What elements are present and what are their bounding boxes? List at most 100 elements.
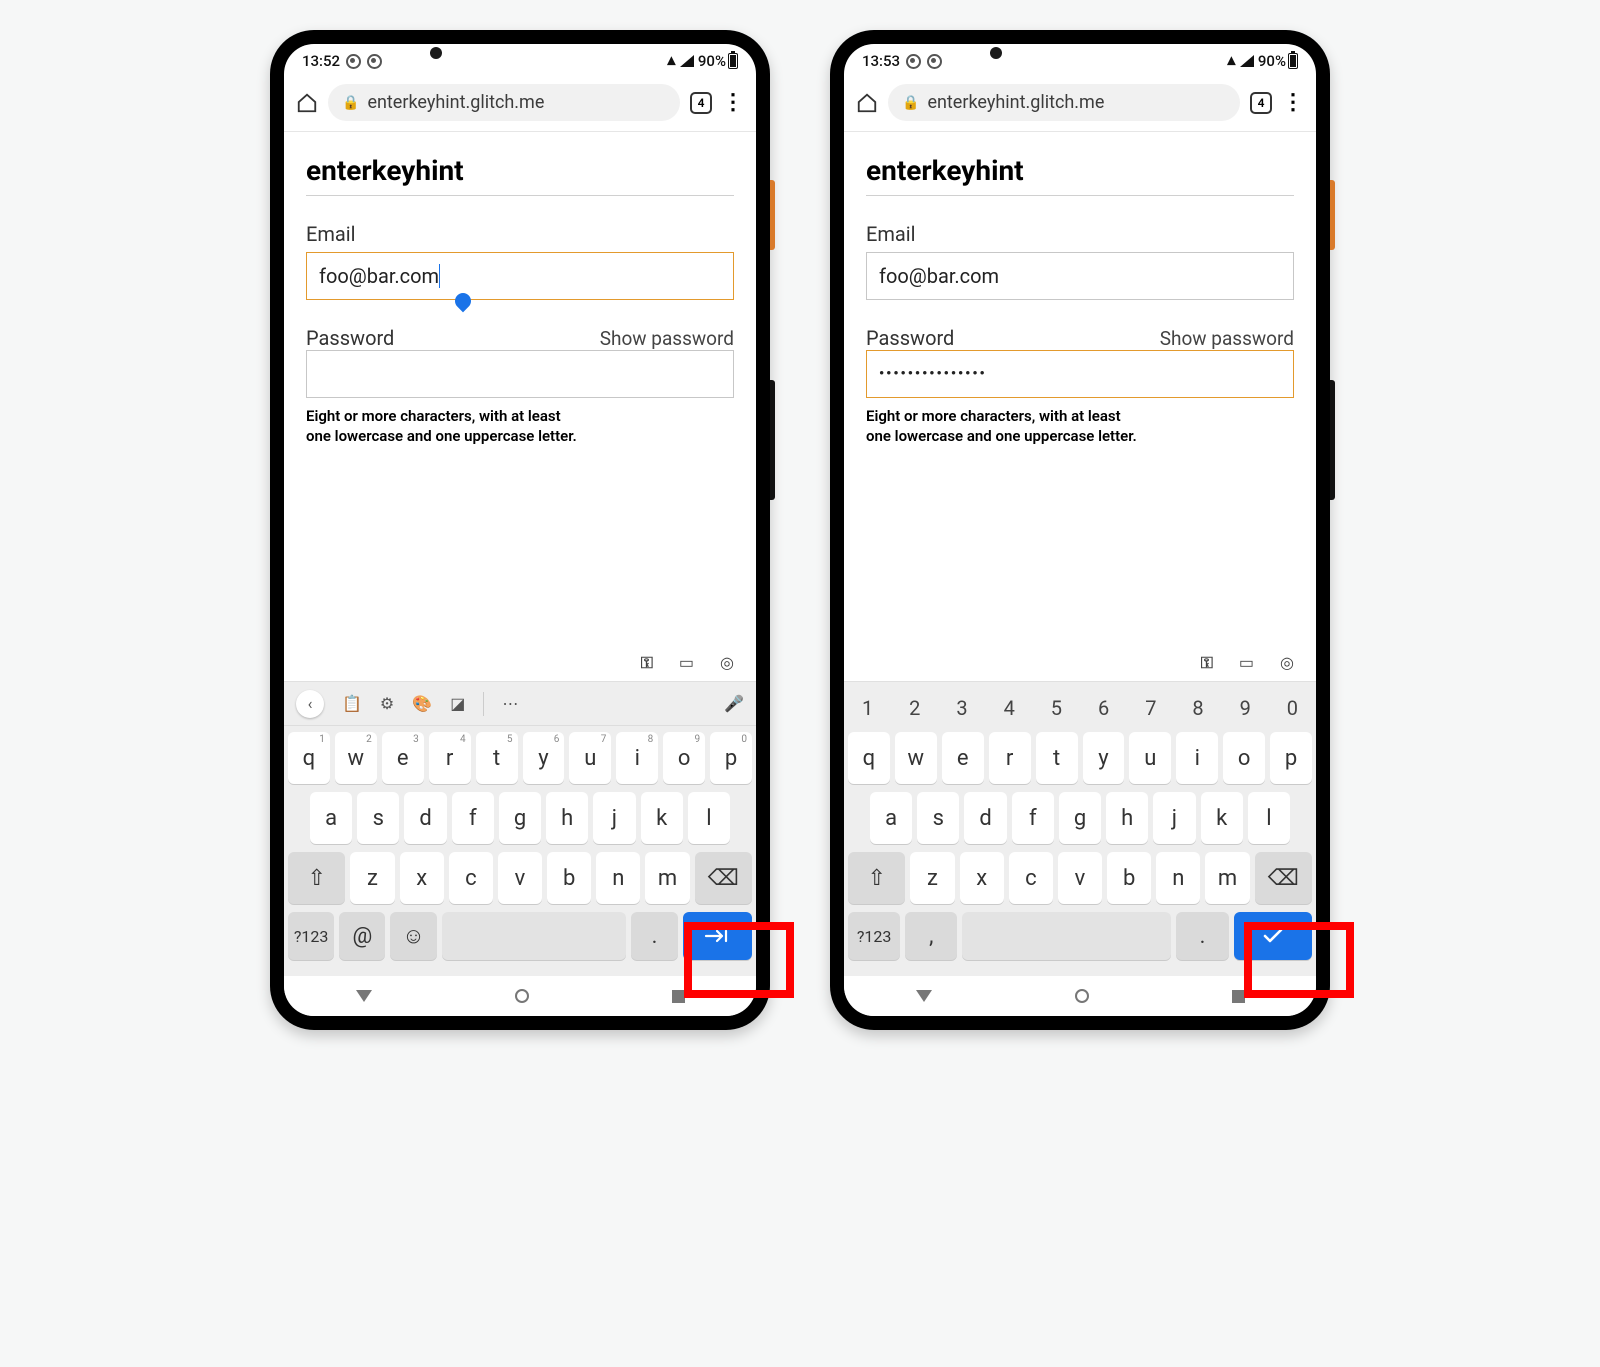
- tab-switcher[interactable]: 4: [1250, 92, 1272, 114]
- backspace-key[interactable]: ⌫: [695, 852, 752, 904]
- key-p[interactable]: p0: [710, 732, 752, 784]
- password-field[interactable]: •••••••••••••••: [866, 350, 1294, 398]
- shift-key[interactable]: ⇧: [848, 852, 905, 904]
- key-k[interactable]: k: [641, 792, 683, 844]
- key-0[interactable]: 0: [1269, 682, 1316, 734]
- key-b[interactable]: b: [1107, 852, 1151, 904]
- at-key[interactable]: @: [339, 912, 385, 960]
- symbols-key[interactable]: ?123: [288, 912, 334, 960]
- key-w[interactable]: w: [895, 732, 937, 784]
- backspace-key[interactable]: ⌫: [1255, 852, 1312, 904]
- key-j[interactable]: j: [1153, 792, 1195, 844]
- key-d[interactable]: d: [964, 792, 1006, 844]
- key-d[interactable]: d: [404, 792, 446, 844]
- shift-key[interactable]: ⇧: [288, 852, 345, 904]
- address-bar[interactable]: 🔒 enterkeyhint.glitch.me: [888, 84, 1240, 121]
- menu-icon[interactable]: ⋮: [1282, 90, 1304, 115]
- home-icon[interactable]: [856, 92, 878, 114]
- key-v[interactable]: v: [1058, 852, 1102, 904]
- mic-off-icon[interactable]: 🎤: [724, 694, 744, 713]
- show-password-toggle[interactable]: Show password: [600, 327, 734, 350]
- email-field[interactable]: foo@bar.com: [866, 252, 1294, 300]
- emoji-key[interactable]: ☺: [390, 912, 436, 960]
- key-e[interactable]: e: [942, 732, 984, 784]
- home-nav-icon[interactable]: [1075, 989, 1089, 1003]
- chevron-left-icon[interactable]: ‹: [296, 690, 324, 718]
- address-bar[interactable]: 🔒 enterkeyhint.glitch.me: [328, 84, 680, 121]
- key-l[interactable]: l: [1248, 792, 1290, 844]
- key-icon[interactable]: ⚿: [641, 653, 653, 673]
- key-g[interactable]: g: [1059, 792, 1101, 844]
- key-a[interactable]: a: [870, 792, 912, 844]
- comma-key[interactable]: ,: [905, 912, 957, 960]
- key-s[interactable]: s: [357, 792, 399, 844]
- card-icon[interactable]: ▭: [679, 653, 694, 673]
- key-r[interactable]: r: [989, 732, 1031, 784]
- key-c[interactable]: c: [449, 852, 493, 904]
- key-z[interactable]: z: [910, 852, 954, 904]
- recents-nav-icon[interactable]: [1232, 990, 1245, 1003]
- key-o[interactable]: o: [1223, 732, 1265, 784]
- key-u[interactable]: u7: [569, 732, 611, 784]
- key-n[interactable]: n: [1156, 852, 1200, 904]
- key-8[interactable]: 8: [1174, 682, 1221, 734]
- key-j[interactable]: j: [593, 792, 635, 844]
- key-o[interactable]: o9: [663, 732, 705, 784]
- key-7[interactable]: 7: [1127, 682, 1174, 734]
- space-key[interactable]: [962, 912, 1171, 960]
- key-m[interactable]: m: [645, 852, 689, 904]
- key-m[interactable]: m: [1205, 852, 1249, 904]
- key-3[interactable]: 3: [938, 682, 985, 734]
- card-icon[interactable]: ▭: [1239, 653, 1254, 673]
- email-field[interactable]: foo@bar.com: [306, 252, 734, 300]
- key-4[interactable]: 4: [986, 682, 1033, 734]
- password-field[interactable]: [306, 350, 734, 398]
- key-a[interactable]: a: [310, 792, 352, 844]
- enter-key-done[interactable]: [1234, 912, 1312, 960]
- key-f[interactable]: f: [452, 792, 494, 844]
- sticker-icon[interactable]: ◪: [450, 694, 465, 713]
- enter-key-next[interactable]: [683, 912, 752, 960]
- key-l[interactable]: l: [688, 792, 730, 844]
- show-password-toggle[interactable]: Show password: [1160, 327, 1294, 350]
- space-key[interactable]: [442, 912, 627, 960]
- gear-icon[interactable]: ⚙: [380, 694, 394, 713]
- period-key[interactable]: .: [1176, 912, 1228, 960]
- key-p[interactable]: p: [1270, 732, 1312, 784]
- key-x[interactable]: x: [960, 852, 1004, 904]
- home-icon[interactable]: [296, 92, 318, 114]
- key-c[interactable]: c: [1009, 852, 1053, 904]
- tab-switcher[interactable]: 4: [690, 92, 712, 114]
- palette-icon[interactable]: 🎨: [412, 694, 432, 713]
- key-x[interactable]: x: [400, 852, 444, 904]
- key-5[interactable]: 5: [1033, 682, 1080, 734]
- location-icon[interactable]: ◎: [1280, 653, 1294, 673]
- home-nav-icon[interactable]: [515, 989, 529, 1003]
- key-g[interactable]: g: [499, 792, 541, 844]
- key-v[interactable]: v: [498, 852, 542, 904]
- period-key[interactable]: .: [631, 912, 677, 960]
- key-r[interactable]: r4: [429, 732, 471, 784]
- key-t[interactable]: t: [1036, 732, 1078, 784]
- key-9[interactable]: 9: [1222, 682, 1269, 734]
- key-h[interactable]: h: [1106, 792, 1148, 844]
- key-t[interactable]: t5: [476, 732, 518, 784]
- key-z[interactable]: z: [350, 852, 394, 904]
- back-nav-icon[interactable]: [356, 990, 372, 1002]
- key-y[interactable]: y6: [523, 732, 565, 784]
- menu-icon[interactable]: ⋮: [722, 90, 744, 115]
- key-icon[interactable]: ⚿: [1201, 653, 1213, 673]
- recents-nav-icon[interactable]: [672, 990, 685, 1003]
- key-h[interactable]: h: [546, 792, 588, 844]
- clipboard-icon[interactable]: 📋: [342, 694, 362, 713]
- symbols-key[interactable]: ?123: [848, 912, 900, 960]
- key-i[interactable]: i: [1176, 732, 1218, 784]
- text-handle[interactable]: [452, 290, 475, 313]
- key-1[interactable]: 1: [844, 682, 891, 734]
- key-y[interactable]: y: [1083, 732, 1125, 784]
- key-f[interactable]: f: [1012, 792, 1054, 844]
- key-u[interactable]: u: [1129, 732, 1171, 784]
- more-icon[interactable]: ⋯: [502, 694, 518, 713]
- back-nav-icon[interactable]: [916, 990, 932, 1002]
- key-n[interactable]: n: [596, 852, 640, 904]
